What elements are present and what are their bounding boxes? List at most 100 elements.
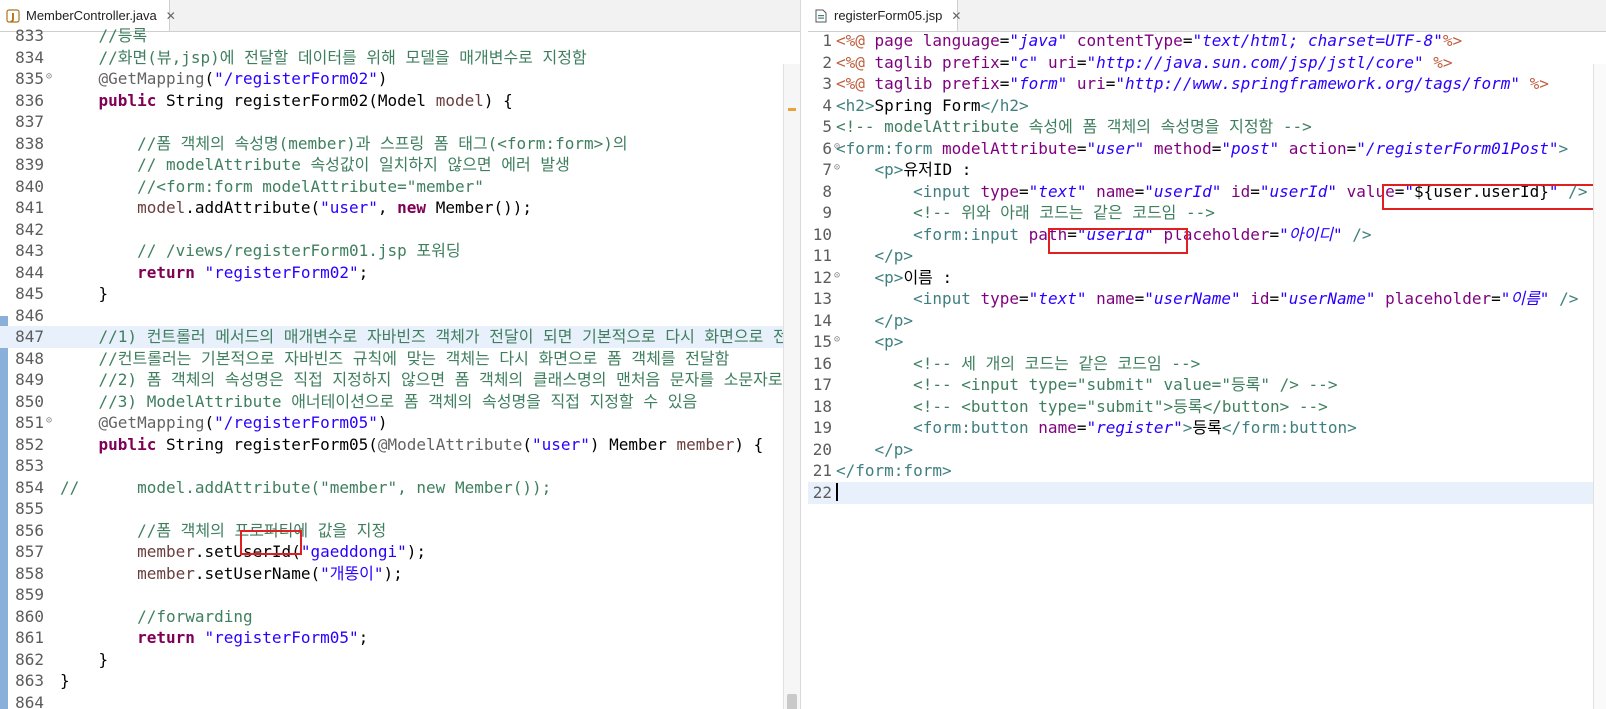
code-token: %> xyxy=(1519,74,1549,93)
code-line[interactable]: 4 <h2>Spring Form</h2> xyxy=(808,95,1606,117)
code-line[interactable]: 20 </p> xyxy=(808,439,1606,461)
code-line[interactable]: 862 } xyxy=(0,649,800,671)
code-line[interactable]: 839 // modelAttribute 속성값이 일치하지 않으면 에러 발… xyxy=(0,154,800,176)
code-line[interactable]: 22 xyxy=(808,481,1606,504)
code-text: @GetMapping("/registerForm05") xyxy=(60,412,388,434)
code-line[interactable]: 835 ⊝ @GetMapping("/registerForm02") xyxy=(0,68,800,90)
code-line[interactable]: 846 xyxy=(0,305,800,327)
code-line[interactable]: 860 //forwarding xyxy=(0,606,800,628)
code-line[interactable]: 851 ⊝ @GetMapping("/registerForm05") xyxy=(0,412,800,434)
code-line[interactable]: 3 <%@ taglib prefix="form" uri="http://ww… xyxy=(808,73,1606,95)
code-line[interactable]: 852 public String registerForm05(@ModelA… xyxy=(0,434,800,456)
code-token: } xyxy=(60,649,109,669)
code-line[interactable]: 848 //컨트롤러는 기본적으로 자바빈즈 규칙에 맞는 객체는 다시 화면으… xyxy=(0,348,800,370)
code-line[interactable]: 857 member.setUserId("gaeddongi"); xyxy=(0,541,800,563)
jsp-editor-pane[interactable]: registerForm05.jsp ✕ 1 <%@ page language=… xyxy=(808,0,1606,709)
code-token: = xyxy=(1269,289,1280,308)
code-line[interactable]: 843 // /views/registerForm01.jsp 포워딩 xyxy=(0,240,800,262)
tab-label: registerForm05.jsp xyxy=(834,8,943,23)
code-line[interactable]: 21 </form:form> xyxy=(808,460,1606,482)
code-line[interactable]: 849 //2) 폼 객체의 속성명은 직접 지정하지 않으면 폼 객체의 클래… xyxy=(0,369,800,391)
code-line[interactable]: 10 <form:input path="userId" placeholder… xyxy=(808,224,1606,246)
code-token: @GetMapping xyxy=(98,413,205,432)
code-line[interactable]: 855 xyxy=(0,498,800,520)
code-token: <%@ xyxy=(836,31,865,50)
code-line[interactable]: 15 ⊝ <p> xyxy=(808,331,1606,353)
line-number: 3 xyxy=(822,74,832,93)
tab-register-form05[interactable]: registerForm05.jsp ✕ xyxy=(808,0,961,31)
code-token: ) Member xyxy=(589,434,677,454)
java-editor-pane[interactable]: J MemberController.java ✕ 833 //등록 834 //… xyxy=(0,0,801,709)
code-line[interactable]: 7 ⊝ <p>유저ID : xyxy=(808,159,1606,181)
code-token: //컨트롤러는 기본적으로 자바빈즈 규칙에 맞는 객체는 다시 화면으로 폼 … xyxy=(98,348,730,368)
code-line[interactable]: 837 xyxy=(0,111,800,133)
code-token: "user" xyxy=(532,434,590,454)
code-token: <input xyxy=(913,181,971,201)
fold-toggle-icon[interactable]: ⊝ xyxy=(46,414,52,428)
code-line[interactable]: 5 <!-- modelAttribute 속성에 폼 객체의 속성명을 지정함 … xyxy=(808,116,1606,138)
code-line[interactable]: 834 //화면(뷰,jsp)에 전달할 데이터를 위해 모델을 매개변수로 지… xyxy=(0,47,800,69)
code-line[interactable]: 8 <input type="text" name="userId" id="u… xyxy=(808,181,1606,203)
code-line[interactable]: 12 ⊝ <p>이름 : xyxy=(808,267,1606,289)
code-line[interactable]: 861 return "registerForm05"; xyxy=(0,627,800,649)
java-code-editor[interactable]: 833 //등록 834 //화면(뷰,jsp)에 전달할 데이터를 위해 모델을… xyxy=(0,26,800,709)
code-token: // model.addAttribute("member", new Memb… xyxy=(60,477,552,497)
code-line[interactable]: 841 model.addAttribute("user", new Membe… xyxy=(0,197,800,219)
code-line[interactable]: 19 <form:button name="register">등록</form… xyxy=(808,417,1606,439)
line-number: 22 xyxy=(812,482,832,502)
code-line[interactable]: 2 <%@ taglib prefix="c" uri="http://java.… xyxy=(808,52,1606,74)
code-line[interactable]: 858 member.setUserName("개똥이"); xyxy=(0,563,800,585)
code-token: = xyxy=(1394,181,1405,201)
line-number: 838 xyxy=(15,133,44,153)
fold-toggle-icon[interactable]: ⊝ xyxy=(46,70,52,84)
close-tab-icon[interactable]: ✕ xyxy=(951,9,961,23)
code-line[interactable]: 853 xyxy=(0,455,800,477)
vertical-scrollbar[interactable] xyxy=(783,64,800,709)
code-text: <%@ page language="java" contentType="te… xyxy=(836,30,1462,52)
code-line[interactable]: 844 return "registerForm02"; xyxy=(0,262,800,284)
code-token: path xyxy=(1028,224,1068,244)
code-line[interactable]: 836 public String registerForm02(Model m… xyxy=(0,90,800,112)
code-line[interactable]: 838 //폼 객체의 속성명(member)과 스프링 폼 태그(<form:… xyxy=(0,133,800,155)
code-line[interactable]: 854 // model.addAttribute("member", new M… xyxy=(0,477,800,499)
code-line[interactable]: 1 <%@ page language="java" contentType="t… xyxy=(808,30,1606,52)
line-number: 4 xyxy=(822,95,832,115)
code-line[interactable]: 845 } xyxy=(0,283,800,305)
code-line[interactable]: 833 //등록 xyxy=(0,25,800,47)
code-token: new xyxy=(397,198,427,217)
code-token: //폼 객체의 속성명(member)과 스프링 폼 태그(<form:form… xyxy=(137,133,628,153)
code-line[interactable]: 864 xyxy=(0,692,800,709)
code-token: public xyxy=(98,434,157,454)
code-line[interactable]: 840 //<form:form modelAttribute="member" xyxy=(0,176,800,198)
jsp-code-editor[interactable]: 1 <%@ page language="java" contentType="t… xyxy=(808,30,1606,709)
close-tab-icon[interactable]: ✕ xyxy=(166,9,176,23)
code-token: //폼 객체의 프로퍼티에 값을 지정 xyxy=(137,520,387,540)
code-line[interactable]: 13 <input type="text" name="userName" id… xyxy=(808,288,1606,310)
scroll-thumb[interactable] xyxy=(787,694,797,709)
warning-marker[interactable] xyxy=(788,108,796,111)
code-line[interactable]: 863} xyxy=(0,670,800,692)
code-line[interactable]: 18 <!-- <button type="submit">등록</button… xyxy=(808,396,1606,418)
code-line[interactable]: 17 <!-- <input type="submit" value="등록" … xyxy=(808,374,1606,396)
line-number: 21 xyxy=(812,461,832,480)
code-line[interactable]: 856 //폼 객체의 프로퍼티에 값을 지정 xyxy=(0,520,800,542)
code-token: ( xyxy=(204,413,215,432)
vertical-scrollbar[interactable] xyxy=(1593,64,1606,709)
code-token: //3) ModelAttribute 애너테이션으로 폼 객체의 속성명을 직… xyxy=(98,391,698,411)
code-line[interactable]: 9 <!-- 위와 아래 코드는 같은 코드임 --> xyxy=(808,202,1606,224)
code-line[interactable]: 842 xyxy=(0,219,800,241)
code-line[interactable]: 14 </p> xyxy=(808,310,1606,332)
code-line[interactable]: 859 xyxy=(0,584,800,606)
code-line[interactable]: 16 <!-- 세 개의 코드는 같은 코드임 --> xyxy=(808,353,1606,375)
code-line[interactable]: 6 ⊝ <form:form modelAttribute="user" metho… xyxy=(808,138,1606,160)
code-line[interactable]: 847 //1) 컨트롤러 메서드의 매개변수로 자바빈즈 객체가 전달이 되면… xyxy=(0,326,800,348)
code-line[interactable]: 850 //3) ModelAttribute 애너테이션으로 폼 객체의 속성… xyxy=(0,391,800,413)
code-line[interactable]: 11 </p> xyxy=(808,245,1606,267)
code-token: placeholder xyxy=(1385,289,1492,308)
